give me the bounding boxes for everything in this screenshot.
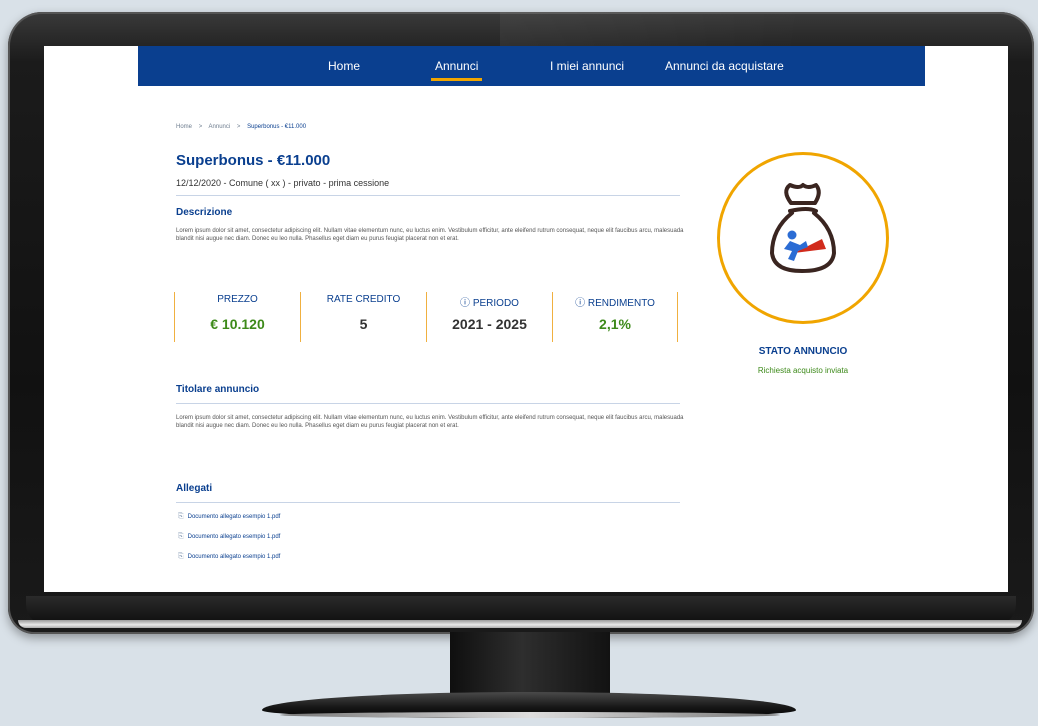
stat-label[interactable]: ⓘ RENDIMENTO [553,294,677,309]
stat-value: € 10.120 [210,316,265,332]
stat-rendimento: ⓘ RENDIMENTO 2,1% [552,292,678,342]
breadcrumb: Home > Annunci > Superbonus - €11.000 [176,124,306,130]
status-badge [717,152,889,324]
stat-periodo: ⓘ PERIODO 2021 - 2025 [426,292,552,342]
money-bag-superhero-icon [770,183,836,273]
attachment-link[interactable]: ⎘ Documento allegato esempio 1.pdf [178,513,280,521]
nav-item-miei-annunci[interactable]: I miei annunci [550,59,624,73]
page-title: Superbonus - €11.000 [176,152,331,169]
owner-heading: Titolare annuncio [176,384,260,395]
divider [176,195,680,196]
stat-value: 2021 - 2025 [452,316,527,332]
stat-rate-credito: RATE CREDITO 5 [300,292,426,342]
nav-item-annunci[interactable]: Annunci [430,59,483,81]
attachment-link[interactable]: ⎘ Documento allegato esempio 1.pdf [178,553,280,561]
attachments-heading: Allegati [176,483,213,494]
paperclip-icon: ⎘ [178,533,184,540]
breadcrumb-separator: > [236,124,241,130]
stat-label: RATE CREDITO [326,294,401,305]
divider [176,502,680,503]
breadcrumb-annunci[interactable]: Annunci [209,124,231,130]
breadcrumb-separator: > [198,124,203,130]
nav-item-annunci-da-acquistare[interactable]: Annunci da acquistare [665,59,784,73]
monitor-stand-edge [280,712,780,718]
stat-value: 5 [359,316,368,332]
listing-subtitle: 12/12/2020 - Comune ( xx ) - privato - p… [176,178,390,188]
screen: Home Annunci I miei annunci Annunci da a… [44,46,1008,592]
monitor-chin [18,620,1022,628]
stat-prezzo: PREZZO € 10.120 [174,292,300,342]
paperclip-icon: ⎘ [178,513,184,520]
status-value: Richiesta acquisto inviata [757,366,849,375]
attachment-link[interactable]: ⎘ Documento allegato esempio 1.pdf [178,533,280,541]
breadcrumb-current: Superbonus - €11.000 [247,124,307,130]
nav-item-home[interactable]: Home [328,59,360,73]
paperclip-icon: ⎘ [178,553,184,560]
stat-label[interactable]: ⓘ PERIODO [427,294,552,309]
monitor-stand-neck [450,632,610,696]
description-heading: Descrizione [176,207,233,218]
owner-text: Lorem ipsum dolor sit amet, consectetur … [176,415,684,430]
top-navbar: Home Annunci I miei annunci Annunci da a… [138,46,925,86]
divider [176,403,680,404]
description-text: Lorem ipsum dolor sit amet, consectetur … [176,228,684,243]
breadcrumb-home[interactable]: Home [176,124,192,130]
stat-value: 2,1% [599,316,631,332]
stat-label: PREZZO [217,294,258,305]
status-label: STATO ANNUNCIO [758,346,848,357]
